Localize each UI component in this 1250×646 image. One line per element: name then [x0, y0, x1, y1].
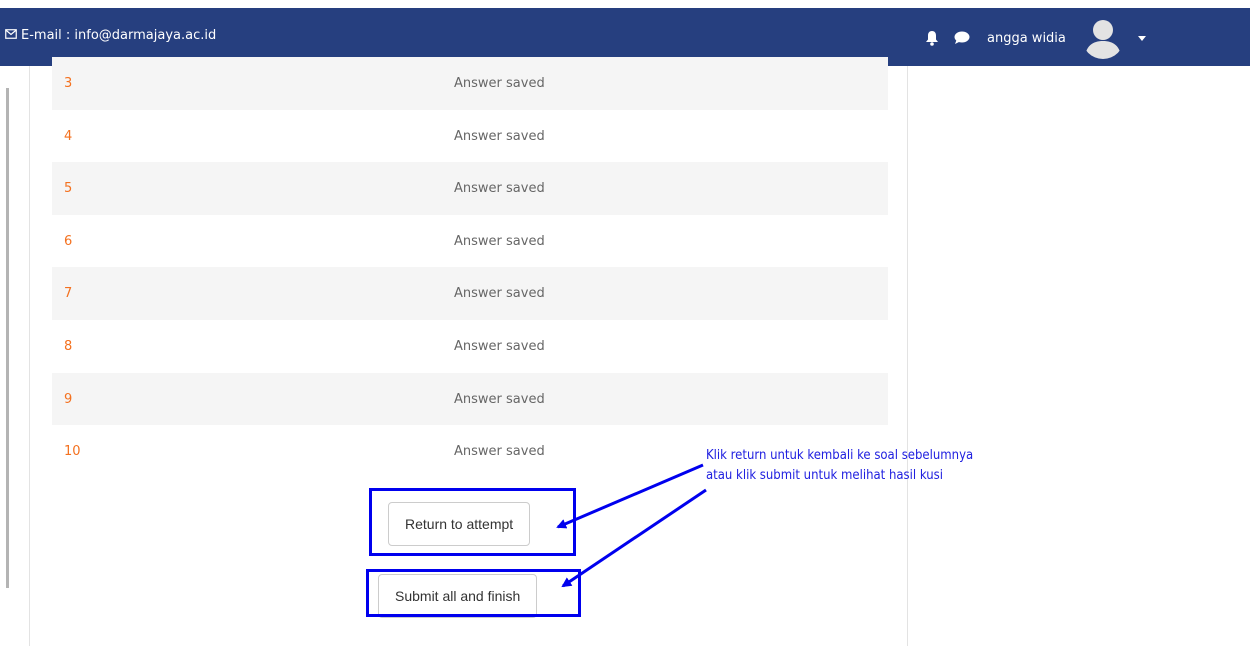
annotation-note: Klik return untuk kembali ke soal sebelu… [706, 446, 973, 486]
annotation-line-1: Klik return untuk kembali ke soal sebelu… [706, 448, 974, 463]
annotation-line-2: atau klik submit untuk melihat hasil kus… [706, 468, 943, 483]
annotation-arrows [556, 463, 707, 588]
